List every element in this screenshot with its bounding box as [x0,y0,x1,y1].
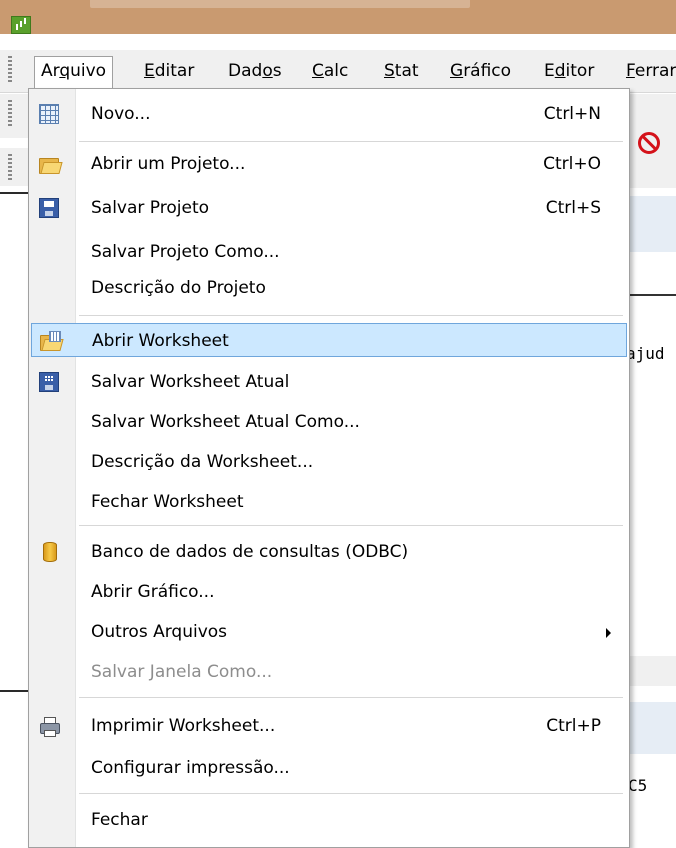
toolbar-grip-handle[interactable] [8,154,12,180]
menu-item-label: Salvar Worksheet Atual Como... [91,412,360,432]
new-worksheet-icon [39,104,59,124]
menu-item-label: Fechar [91,810,148,830]
menu-item-label: Novo... [91,104,151,124]
menu-item-label: Imprimir Worksheet... [91,716,276,736]
menu-item-salvar-worksheet-atual[interactable]: Salvar Worksheet Atual [31,365,627,399]
menu-item-label: Abrir Worksheet [92,331,229,351]
menu-separator [79,141,623,142]
menu-ferramentas[interactable]: Ferrar [620,57,676,85]
app-logo-icon [11,16,31,34]
arquivo-dropdown-menu: Novo... Ctrl+N Abrir um Projeto... Ctrl+… [28,88,630,848]
menu-item-label: Descrição do Projeto [91,278,266,298]
open-project-icon [39,154,63,174]
app-titlebar [0,0,676,34]
menu-item-label: Configurar impressão... [91,758,290,778]
menu-item-salvar-projeto[interactable]: Salvar Projeto Ctrl+S [31,191,627,225]
menu-stat[interactable]: Stat [378,57,425,85]
menu-bar: Arquivo Editar Dados Calc Stat Gráfico E… [0,50,676,93]
menu-item-label: Salvar Projeto Como... [91,242,280,262]
menu-item-salvar-projeto-como[interactable]: Salvar Projeto Como... [31,235,627,269]
menu-separator [79,315,623,316]
menu-item-label: Abrir Gráfico... [91,582,215,602]
menu-dados[interactable]: Dados [222,57,288,85]
menu-item-label: Salvar Janela Como... [91,662,273,682]
session-header [628,196,676,252]
menu-item-label: Salvar Projeto [91,198,210,218]
menu-item-shortcut: Ctrl+P [546,716,601,736]
menu-item-label: Outros Arquivos [91,622,228,642]
menu-item-imprimir-worksheet[interactable]: Imprimir Worksheet... Ctrl+P [31,709,627,743]
menu-item-label: Abrir um Projeto... [91,154,246,174]
menu-item-abrir-projeto[interactable]: Abrir um Projeto... Ctrl+O [31,147,627,181]
menubar-grip-handle[interactable] [8,56,12,84]
worksheet-header [628,702,676,754]
menu-item-salvar-janela-como: Salvar Janela Como... [31,655,627,689]
menu-item-shortcut: Ctrl+O [543,154,601,174]
menu-item-descricao-projeto[interactable]: Descrição do Projeto [31,271,627,305]
menu-editor[interactable]: Editor [538,57,600,85]
menu-item-label: Salvar Worksheet Atual [91,372,290,392]
menu-arquivo[interactable]: Arquivo [34,56,114,89]
column-header-c5: C5 [628,776,648,795]
menu-item-novo[interactable]: Novo... Ctrl+N [31,97,627,131]
save-project-icon [39,198,59,218]
menu-item-salvar-worksheet-como[interactable]: Salvar Worksheet Atual Como... [31,405,627,439]
menu-separator [79,793,623,794]
printer-icon [39,716,60,737]
open-worksheet-icon [40,331,64,351]
toolbar-grip-handle[interactable] [8,100,12,126]
menu-editar[interactable]: Editar [138,57,200,85]
menu-item-shortcut: Ctrl+S [545,198,601,218]
menu-item-label: Fechar Worksheet [91,492,244,512]
database-icon [43,542,57,562]
menu-item-fechar-worksheet[interactable]: Fechar Worksheet [31,485,627,519]
menu-item-descricao-worksheet[interactable]: Descrição da Worksheet... [31,445,627,479]
menu-item-configurar-impressao[interactable]: Configurar impressão... [31,751,627,785]
menu-item-shortcut: Ctrl+N [543,104,601,124]
menu-item-banco-de-dados-odbc[interactable]: Banco de dados de consultas (ODBC) [31,535,627,569]
submenu-arrow-icon [606,628,611,638]
menu-separator [79,697,623,698]
menu-separator [79,525,623,526]
session-text-fragment: ajud [626,344,665,363]
menu-calc[interactable]: Calc [306,57,354,85]
stop-icon[interactable] [638,132,660,154]
session-rule [628,294,676,296]
pane-footer [628,656,676,686]
menu-item-abrir-worksheet[interactable]: Abrir Worksheet [31,323,627,357]
menu-item-label: Descrição da Worksheet... [91,452,314,472]
menu-item-abrir-grafico[interactable]: Abrir Gráfico... [31,575,627,609]
menu-item-fechar[interactable]: Fechar [31,803,627,837]
save-worksheet-icon [39,372,59,392]
menu-grafico[interactable]: Gráfico [444,57,517,85]
menu-item-label: Banco de dados de consultas (ODBC) [91,542,409,562]
title-fragment [90,0,470,8]
menu-item-outros-arquivos[interactable]: Outros Arquivos [31,615,627,649]
